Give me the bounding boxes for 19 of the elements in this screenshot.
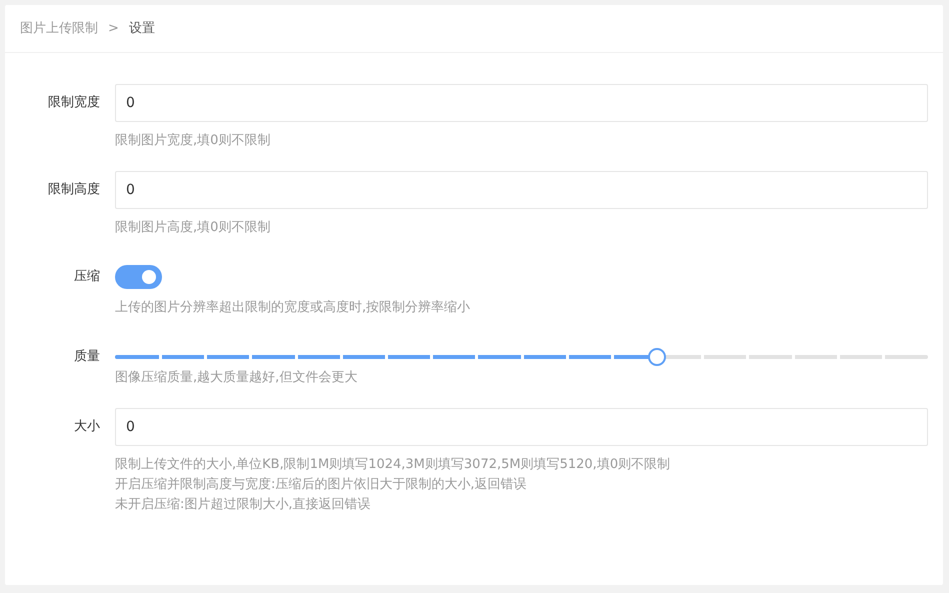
help-text: 图像压缩质量,越大质量越好,但文件会更大 [115, 369, 358, 387]
text-input-field[interactable]: 0 [115, 171, 928, 209]
field-label: 质量 [73, 348, 101, 366]
breadcrumb-separator: > [108, 20, 119, 38]
help-text: 开启压缩并限制高度与宽度:压缩后的图片依旧大于限制的大小,返回错误 [115, 476, 528, 494]
field-label: 限制高度 [47, 181, 101, 199]
field-label: 限制宽度 [47, 94, 101, 112]
help-text: 限制上传文件的大小,单位KB,限制1M则填写1024,3M则填写3072,5M则填写5120,填0则不限制 [115, 456, 672, 474]
text-input-field[interactable]: 0 [115, 408, 928, 446]
slider-thumb[interactable] [648, 348, 666, 366]
field-label: 大小 [73, 418, 101, 436]
field-label: 压缩 [73, 268, 101, 286]
help-text: 限制图片宽度,填0则不限制 [115, 132, 272, 150]
help-text: 未开启压缩:图片超过限制大小,直接返回错误 [115, 496, 372, 514]
breadcrumb-current: 设置 [128, 20, 155, 38]
toggle-switch[interactable] [115, 265, 162, 289]
help-text: 限制图片高度,填0则不限制 [115, 219, 272, 237]
text-input-field[interactable]: 0 [115, 84, 928, 122]
help-text: 上传的图片分辨率超出限制的宽度或高度时,按限制分辨率缩小 [115, 299, 472, 317]
